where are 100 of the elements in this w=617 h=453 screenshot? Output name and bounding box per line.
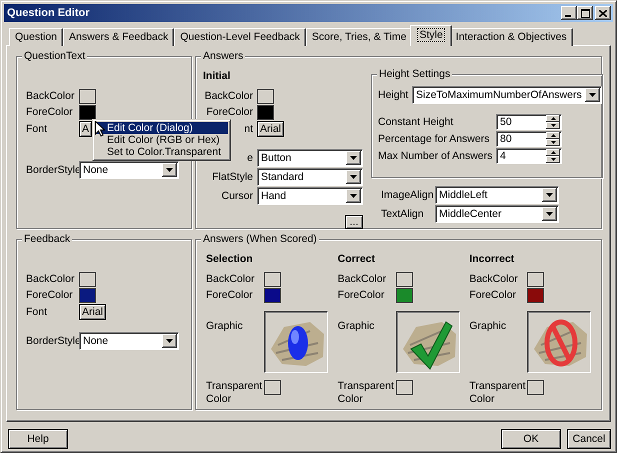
- color-swatch[interactable]: [396, 272, 413, 287]
- spin-up-button[interactable]: [546, 115, 560, 122]
- caret-icon: [166, 339, 173, 343]
- caret-icon: [350, 175, 357, 179]
- field-label: FlatStyle: [211, 170, 254, 184]
- field-label: BackColor: [26, 90, 76, 103]
- spin-down-button[interactable]: [546, 156, 560, 163]
- more-button[interactable]: ...: [345, 215, 363, 229]
- down-arrow-icon: [550, 124, 556, 127]
- cancel-button[interactable]: Cancel: [567, 429, 611, 449]
- caret-icon: [589, 93, 596, 97]
- dropdown[interactable]: None: [79, 161, 179, 179]
- tab[interactable]: Answers & Feedback: [63, 28, 174, 46]
- maximize-icon: [580, 8, 590, 18]
- graphic-well[interactable]: [264, 311, 328, 373]
- field-label: Max Number of Answers: [378, 150, 494, 162]
- tab[interactable]: Score, Tries, & Time: [306, 28, 412, 46]
- up-arrow-icon: [550, 134, 556, 137]
- color-swatch[interactable]: [264, 380, 281, 395]
- tab[interactable]: Question: [9, 28, 64, 46]
- close-button[interactable]: [595, 6, 611, 20]
- color-swatch[interactable]: [79, 105, 96, 120]
- close-icon: [599, 10, 607, 16]
- color-swatch[interactable]: [257, 105, 274, 120]
- section-heading: Incorrect: [469, 253, 516, 266]
- field-label: ForeColor: [206, 289, 254, 302]
- color-swatch[interactable]: [79, 89, 96, 104]
- caret-icon: [546, 193, 553, 197]
- spin-down-button[interactable]: [546, 139, 560, 146]
- group-title: Height Settings: [377, 68, 452, 81]
- field-label: Transparent Color: [469, 380, 526, 406]
- field-label: BorderStyle: [26, 164, 79, 176]
- color-swatch[interactable]: [264, 272, 281, 287]
- color-swatch[interactable]: [527, 288, 544, 303]
- down-arrow-icon: [550, 141, 556, 144]
- ok-button[interactable]: OK: [501, 429, 561, 449]
- field-label: BackColor: [206, 273, 256, 286]
- graphic-well[interactable]: [527, 311, 592, 373]
- field-label: Transparent Color: [206, 380, 262, 406]
- spin-box[interactable]: 50: [496, 114, 562, 130]
- dropdown[interactable]: None: [79, 332, 179, 350]
- menu-item[interactable]: Edit Color (RGB or Hex): [95, 134, 228, 146]
- spin-box[interactable]: 80: [496, 131, 562, 147]
- font-button[interactable]: Arial: [79, 304, 106, 320]
- color-swatch[interactable]: [396, 288, 413, 303]
- help-button[interactable]: Help: [8, 429, 68, 449]
- color-swatch[interactable]: [79, 272, 96, 287]
- group-title: QuestionText: [22, 50, 88, 63]
- field-label: BackColor: [26, 273, 76, 286]
- dropdown[interactable]: MiddleCenter: [435, 205, 559, 223]
- dropdown[interactable]: SizeToMaximumNumberOfAnswers: [412, 86, 602, 104]
- menu-item[interactable]: Edit Color (Dialog): [95, 122, 228, 134]
- dropdown[interactable]: Hand: [257, 187, 363, 205]
- up-arrow-icon: [550, 151, 556, 154]
- field-label: Graphic: [469, 319, 508, 333]
- field-label: Graphic: [338, 319, 376, 333]
- font-button[interactable]: Arial: [257, 121, 284, 137]
- minimize-button[interactable]: [561, 6, 577, 20]
- menu-item[interactable]: Set to Color.Transparent: [95, 146, 228, 158]
- color-swatch[interactable]: [79, 288, 96, 303]
- spin-down-button[interactable]: [546, 122, 560, 129]
- field-label: Transparent Color: [338, 380, 394, 406]
- caret-icon: [350, 194, 357, 198]
- dropdown[interactable]: Button: [257, 149, 363, 167]
- caret-icon: [350, 156, 357, 160]
- tab[interactable]: Interaction & Objectives: [450, 28, 573, 46]
- maximize-button[interactable]: [577, 6, 593, 20]
- field-label: BackColor: [204, 90, 254, 103]
- window-title: Question Editor: [7, 7, 90, 19]
- mouse-pointer-icon: [95, 121, 105, 137]
- field-label: ForeColor: [205, 106, 254, 119]
- graphic-well[interactable]: [396, 311, 460, 373]
- field-label: ForeColor: [26, 289, 74, 302]
- field-label: nt: [243, 122, 254, 136]
- field-label: ForeColor: [26, 106, 74, 119]
- field-label: TextAlign: [381, 208, 425, 220]
- field-label: Constant Height: [378, 116, 454, 128]
- font-button[interactable]: A: [79, 121, 92, 137]
- field-label: BackColor: [469, 273, 519, 286]
- color-swatch[interactable]: [396, 380, 413, 395]
- tab[interactable]: Question-Level Feedback: [174, 28, 306, 46]
- color-swatch[interactable]: [527, 380, 544, 395]
- field-label: BorderStyle: [26, 334, 79, 348]
- dropdown[interactable]: MiddleLeft: [435, 186, 559, 204]
- color-swatch[interactable]: [264, 288, 281, 303]
- field-label: ForeColor: [338, 289, 386, 302]
- field-label: Font: [26, 122, 48, 136]
- color-swatch[interactable]: [257, 89, 274, 104]
- spin-up-button[interactable]: [546, 132, 560, 139]
- dropdown[interactable]: Standard: [257, 168, 363, 186]
- spin-up-button[interactable]: [546, 149, 560, 156]
- tab[interactable]: Style: [410, 25, 452, 46]
- field-label: Height: [378, 88, 410, 102]
- section-heading: Correct: [338, 253, 376, 266]
- up-arrow-icon: [550, 117, 556, 120]
- spin-box[interactable]: 4: [496, 148, 562, 164]
- caret-icon: [546, 212, 553, 216]
- section-heading: Selection: [206, 253, 254, 266]
- field-label: ForeColor: [469, 289, 518, 302]
- color-swatch[interactable]: [527, 272, 544, 287]
